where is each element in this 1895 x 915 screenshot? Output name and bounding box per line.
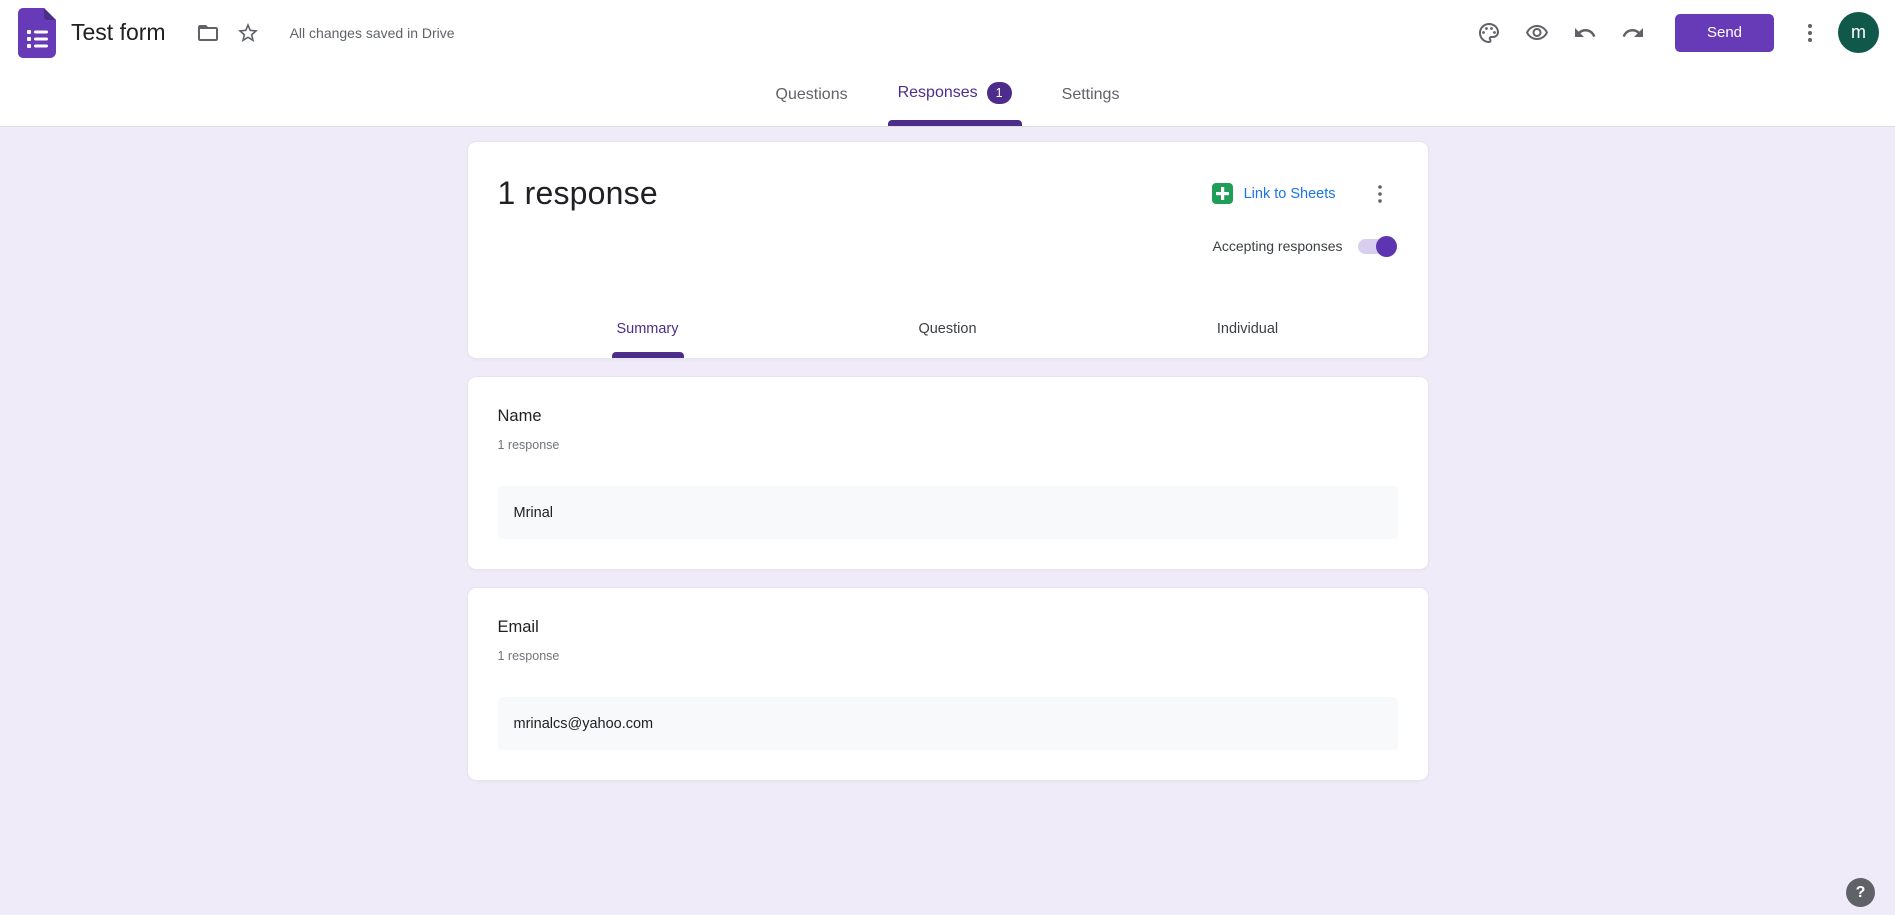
preview-eye-icon [1525, 21, 1549, 45]
question-summary-card-name: Name 1 response Mrinal [467, 376, 1429, 570]
responses-header-card: 1 response Link to Sheets Accepting resp… [467, 141, 1429, 359]
topbar-left-group: Test form All changes saved in Drive [18, 8, 1469, 58]
tab-responses-label: Responses [898, 84, 978, 102]
question-summary-card-email: Email 1 response mrinalcs@yahoo.com [467, 587, 1429, 781]
more-vert-icon [1798, 21, 1822, 45]
view-tab-summary-label: Summary [616, 321, 678, 337]
send-button[interactable]: Send [1675, 14, 1774, 52]
document-title[interactable]: Test form [71, 19, 166, 46]
view-tab-individual[interactable]: Individual [1098, 303, 1398, 358]
redo-icon [1621, 21, 1645, 45]
view-tab-summary[interactable]: Summary [498, 303, 798, 358]
question-title: Name [498, 407, 1398, 426]
customize-theme-button[interactable] [1469, 13, 1509, 53]
responses-header-actions: Link to Sheets [1212, 176, 1398, 212]
link-to-sheets-button[interactable]: Link to Sheets [1212, 183, 1336, 204]
accepting-responses-row: Accepting responses [498, 238, 1398, 254]
responses-count-badge: 1 [987, 82, 1012, 104]
question-response-count: 1 response [498, 438, 1398, 452]
star-icon [236, 21, 260, 45]
palette-icon [1477, 21, 1501, 45]
tab-responses[interactable]: Responses 1 [892, 82, 1018, 126]
account-avatar[interactable]: m [1838, 12, 1879, 53]
view-tab-question-label: Question [918, 321, 976, 337]
accepting-responses-label: Accepting responses [1213, 238, 1343, 254]
preview-button[interactable] [1517, 13, 1557, 53]
answer-item: Mrinal [498, 486, 1398, 539]
accepting-responses-toggle[interactable] [1358, 239, 1395, 254]
help-icon: ? [1856, 884, 1866, 902]
undo-icon [1573, 21, 1597, 45]
tab-settings-label: Settings [1062, 86, 1120, 104]
more-vert-icon [1368, 182, 1392, 206]
tab-questions[interactable]: Questions [770, 86, 854, 126]
tab-settings[interactable]: Settings [1056, 86, 1126, 126]
question-title: Email [498, 618, 1398, 637]
view-tab-individual-label: Individual [1217, 321, 1278, 337]
responses-more-options-button[interactable] [1362, 176, 1398, 212]
answer-text: Mrinal [514, 505, 553, 521]
answer-item: mrinalcs@yahoo.com [498, 697, 1398, 750]
move-to-folder-button[interactable] [188, 13, 228, 53]
question-response-count: 1 response [498, 649, 1398, 663]
tab-questions-label: Questions [776, 86, 848, 104]
active-tab-underline [888, 120, 1022, 126]
response-count-title: 1 response [498, 175, 658, 212]
help-button[interactable]: ? [1846, 878, 1875, 907]
toggle-thumb [1376, 236, 1397, 257]
form-nav-tabs: Questions Responses 1 Settings [0, 65, 1895, 127]
avatar-letter: m [1851, 22, 1866, 43]
responses-page: 1 response Link to Sheets Accepting resp… [0, 127, 1895, 781]
redo-button[interactable] [1613, 13, 1653, 53]
undo-button[interactable] [1565, 13, 1605, 53]
responses-header-row: 1 response Link to Sheets [498, 175, 1398, 212]
link-to-sheets-label: Link to Sheets [1244, 186, 1336, 202]
forms-logo-icon[interactable] [18, 8, 56, 58]
answer-text: mrinalcs@yahoo.com [514, 716, 654, 732]
save-status-text: All changes saved in Drive [290, 25, 455, 41]
top-app-bar: Test form All changes saved in Drive Sen… [0, 0, 1895, 65]
active-view-tab-underline [612, 352, 684, 358]
responses-view-tabs: Summary Question Individual [498, 303, 1398, 358]
more-options-button[interactable] [1790, 13, 1830, 53]
view-tab-question[interactable]: Question [798, 303, 1098, 358]
folder-icon [196, 21, 220, 45]
sheets-icon [1212, 183, 1233, 204]
star-button[interactable] [228, 13, 268, 53]
topbar-right-group: Send m [1469, 12, 1879, 53]
